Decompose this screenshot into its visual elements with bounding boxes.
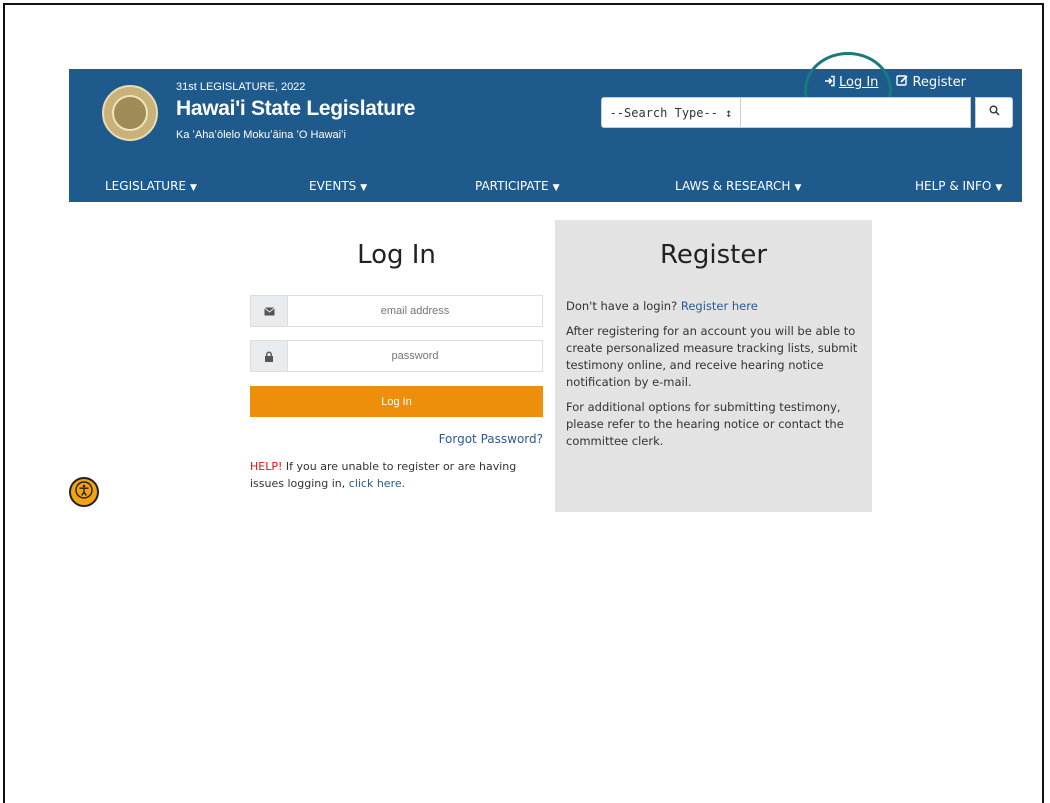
- lock-icon: [250, 340, 288, 372]
- site-title[interactable]: Hawai'i State Legislature: [176, 97, 415, 121]
- caret-down-icon: ▼: [552, 182, 560, 193]
- password-field[interactable]: [288, 340, 543, 372]
- caret-down-icon: ▼: [360, 182, 368, 193]
- email-field-group: [250, 295, 543, 327]
- nav-help-info[interactable]: HELP & INFO ▼: [915, 179, 1002, 193]
- forgot-password-link[interactable]: Forgot Password?: [439, 432, 543, 446]
- sign-in-icon: [824, 75, 836, 91]
- login-panel: Log In Log In Forgot Password? HELP! If …: [250, 220, 543, 490]
- caret-down-icon: ▼: [794, 182, 802, 193]
- login-link-label: Log In: [839, 75, 879, 90]
- nav-participate-label: PARTICIPATE: [475, 178, 549, 193]
- nav-help-info-label: HELP & INFO: [915, 178, 992, 193]
- email-field[interactable]: [288, 295, 543, 327]
- search-button[interactable]: [975, 97, 1013, 128]
- nav-legislature-label: LEGISLATURE: [105, 178, 186, 193]
- legislature-session: 31st LEGISLATURE, 2022: [176, 81, 306, 93]
- nav-laws-research[interactable]: LAWS & RESEARCH ▼: [675, 179, 801, 193]
- auth-links: Log In Register: [824, 74, 966, 91]
- site-subtitle: Ka ʻAhaʻōlelo Mokuʻāina ʻO Hawaiʻi: [176, 129, 346, 141]
- accessibility-button[interactable]: [69, 477, 99, 507]
- login-button[interactable]: Log In: [250, 386, 543, 417]
- state-seal-logo: [102, 85, 158, 141]
- help-end: .: [401, 477, 406, 490]
- login-link[interactable]: Log In: [824, 74, 878, 91]
- register-intro: Don't have a login? Register here: [566, 298, 861, 315]
- search-bar: --Search Type-- ↕: [601, 97, 1013, 128]
- help-text: HELP! If you are unable to register or a…: [250, 458, 543, 492]
- search-type-select[interactable]: --Search Type-- ↕: [601, 97, 741, 128]
- search-input[interactable]: [741, 97, 971, 128]
- help-click-here-link[interactable]: click here: [349, 477, 402, 490]
- register-intro-text: Don't have a login?: [566, 299, 681, 313]
- accessibility-icon: [75, 481, 93, 503]
- nav-events-label: EVENTS: [309, 178, 357, 193]
- edit-icon: [896, 74, 909, 91]
- login-heading: Log In: [357, 240, 436, 270]
- register-heading: Register: [659, 240, 768, 270]
- register-link-label: Register: [912, 75, 966, 90]
- register-here-link[interactable]: Register here: [681, 299, 758, 313]
- password-field-group: [250, 340, 543, 372]
- search-icon: [989, 105, 1000, 120]
- nav-laws-research-label: LAWS & RESEARCH: [675, 178, 791, 193]
- site-header: 31st LEGISLATURE, 2022 Hawai'i State Leg…: [69, 52, 1022, 202]
- caret-down-icon: ▼: [995, 182, 1003, 193]
- nav-participate[interactable]: PARTICIPATE ▼: [475, 179, 560, 193]
- nav-legislature[interactable]: LEGISLATURE ▼: [105, 179, 197, 193]
- register-testimony-note: For additional options for submitting te…: [566, 400, 844, 448]
- envelope-icon: [250, 295, 288, 327]
- help-tag: HELP!: [250, 460, 283, 473]
- caret-down-icon: ▼: [190, 182, 197, 193]
- register-link[interactable]: Register: [896, 74, 966, 91]
- register-panel: Register Don't have a login? Register he…: [555, 220, 872, 512]
- main-nav: LEGISLATURE ▼ EVENTS ▼ PARTICIPATE ▼ LAWS &…: [69, 169, 1022, 202]
- nav-events[interactable]: EVENTS ▼: [309, 179, 367, 193]
- register-benefits: After registering for an account you wil…: [566, 324, 858, 389]
